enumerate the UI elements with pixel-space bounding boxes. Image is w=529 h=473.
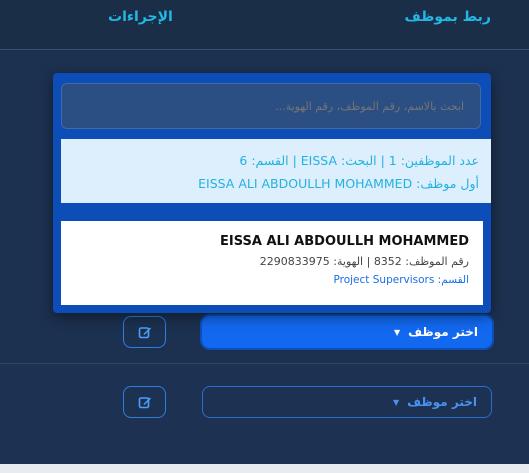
search-input[interactable] [61, 83, 481, 129]
employee-department: القسم: Project Supervisors [61, 273, 469, 287]
employee-dropdown: عدد الموظفين: 1 | البحث: EISSA | القسم: … [53, 73, 491, 313]
employee-select[interactable]: اختر موظف ▼ [202, 316, 492, 348]
employee-select[interactable]: اختر موظف ▼ [202, 386, 492, 418]
search-summary: عدد الموظفين: 1 | البحث: EISSA | القسم: … [239, 153, 479, 168]
select-label: اختر موظف [408, 325, 478, 339]
edit-button[interactable] [123, 316, 166, 348]
page-footer-strip [0, 464, 529, 473]
employee-meta: رقم الموظف: 8352 | الهوية: 2290833975 [259, 255, 469, 268]
edit-icon [138, 397, 151, 409]
employee-name: EISSA ALI ABDOULLH MOHAMMED [220, 234, 469, 249]
edit-button[interactable] [123, 386, 166, 418]
search-info-box: عدد الموظفين: 1 | البحث: EISSA | القسم: … [61, 139, 491, 203]
select-label: اختر موظف [407, 395, 477, 409]
column-header-link-employee: ربط بموظف [404, 9, 491, 25]
column-header-actions: الإجراءات [108, 9, 173, 25]
chevron-down-icon: ▼ [392, 397, 400, 407]
table-header: ربط بموظف الإجراءات [0, 0, 529, 50]
edit-icon [138, 327, 151, 339]
first-employee-info: أول موظف: EISSA ALI ABDOULLH MOHAMMED [198, 176, 479, 191]
department-value: Project Supervisors [333, 274, 435, 286]
employee-option[interactable]: EISSA ALI ABDOULLH MOHAMMED رقم الموظف: … [61, 221, 483, 305]
department-label: القسم: [437, 274, 469, 286]
chevron-down-icon: ▼ [393, 327, 401, 337]
